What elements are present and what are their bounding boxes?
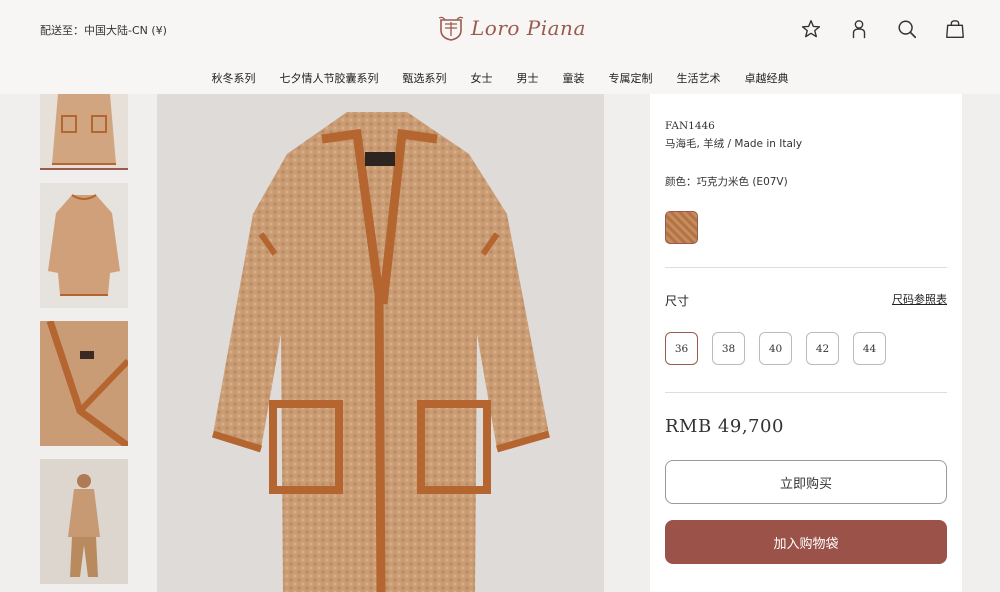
size-chart-link[interactable]: 尺码参照表	[892, 291, 947, 307]
size-option-42[interactable]: 42	[806, 332, 839, 365]
nav-item-men[interactable]: 男士	[517, 70, 539, 86]
thumbnail-back[interactable]	[40, 183, 128, 308]
nav-item-qixi[interactable]: 七夕情人节胶囊系列	[280, 70, 379, 86]
size-option-44[interactable]: 44	[853, 332, 886, 365]
product-price: RMB 49,700	[665, 416, 784, 437]
size-selector: 36 38 40 42 44	[665, 332, 886, 365]
product-sku: FAN1446	[665, 120, 715, 132]
nav-item-living[interactable]: 生活艺术	[677, 70, 721, 86]
brand-wordmark: Loro Piana	[471, 16, 586, 40]
thumbnail-front-selected[interactable]	[40, 94, 128, 170]
product-info-panel: FAN1446 马海毛, 羊绒 / Made in Italy 颜色：巧克力米色…	[650, 94, 962, 592]
nav-item-classics[interactable]: 卓越经典	[745, 70, 789, 86]
main-nav: 秋冬系列 七夕情人节胶囊系列 甄选系列 女士 男士 童装 专属定制 生活艺术 卓…	[0, 70, 1000, 86]
brand-logo[interactable]: Loro Piana	[437, 14, 586, 42]
buy-now-button[interactable]: 立即购买	[665, 460, 947, 504]
nav-item-selection[interactable]: 甄选系列	[403, 70, 447, 86]
nav-item-fw[interactable]: 秋冬系列	[212, 70, 256, 86]
size-option-36[interactable]: 36	[665, 332, 698, 365]
size-option-40[interactable]: 40	[759, 332, 792, 365]
site-header: 配送至：中国大陆-CN (¥) Loro Piana 秋冬系列 七夕情人节胶囊系…	[0, 0, 1000, 94]
star-icon[interactable]	[800, 18, 822, 40]
color-swatch-chocolate-beige[interactable]	[665, 211, 698, 244]
size-option-38[interactable]: 38	[712, 332, 745, 365]
thumbnail-model[interactable]	[40, 459, 128, 584]
nav-item-women[interactable]: 女士	[471, 70, 493, 86]
ship-to-selector[interactable]: 配送至：中国大陆-CN (¥)	[40, 22, 167, 38]
account-icon[interactable]	[848, 18, 870, 40]
size-title: 尺寸	[665, 294, 690, 308]
color-label: 颜色：巧克力米色 (E07V)	[665, 176, 788, 188]
shopping-bag-icon[interactable]	[944, 18, 966, 40]
thumbnail-gallery	[40, 94, 128, 592]
add-to-bag-button[interactable]: 加入购物袋	[665, 520, 947, 564]
product-material: 马海毛, 羊绒 / Made in Italy	[665, 138, 803, 150]
product-main-image[interactable]	[157, 94, 604, 592]
crest-icon	[438, 16, 464, 41]
divider	[665, 267, 947, 268]
nav-item-kids[interactable]: 童装	[563, 70, 585, 86]
thumbnail-detail[interactable]	[40, 321, 128, 446]
divider	[665, 392, 947, 393]
search-icon[interactable]	[896, 18, 918, 40]
nav-item-bespoke[interactable]: 专属定制	[609, 70, 653, 86]
